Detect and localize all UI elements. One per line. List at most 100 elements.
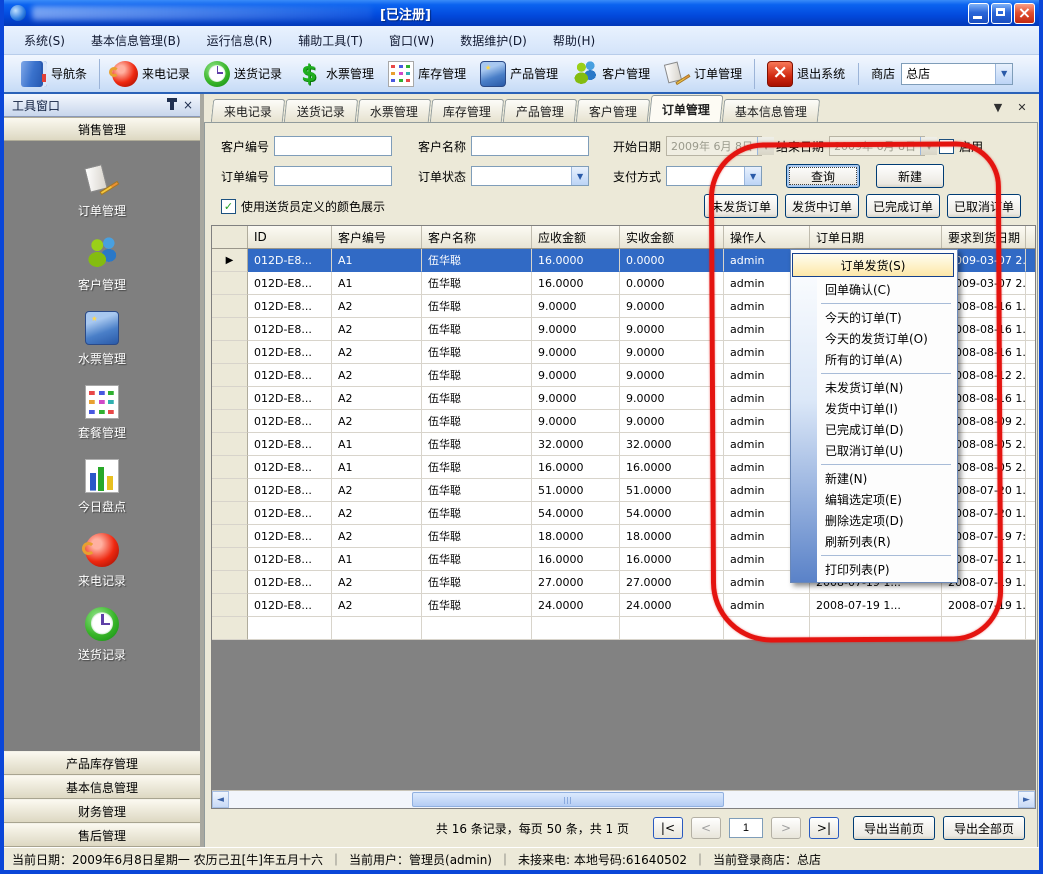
chevron-down-icon[interactable]: ▼	[744, 167, 761, 185]
toolbar-button[interactable]: 水票管理	[289, 59, 381, 89]
column-header-received[interactable]: 实收金额	[620, 226, 724, 248]
row-selector-cell[interactable]: ▶	[212, 548, 248, 571]
sidebar-section-bar[interactable]: 售后管理	[4, 823, 200, 847]
query-button[interactable]: 查询	[786, 164, 860, 188]
sidebar-item[interactable]: 今日盘点	[78, 459, 126, 515]
context-menu-item[interactable]: 新建(N)	[791, 468, 955, 489]
menu-item[interactable]: 运行信息(R)	[195, 28, 285, 53]
order-status-filter-button[interactable]: 未发货订单	[704, 194, 778, 218]
menu-item[interactable]: 基本信息管理(B)	[79, 28, 193, 53]
context-menu-item[interactable]: 编辑选定项(E)	[791, 489, 955, 510]
toolbar-button[interactable]: 客户管理	[565, 59, 657, 89]
pay-method-select[interactable]: ▼	[666, 166, 762, 186]
row-selector-cell[interactable]: ▶	[212, 318, 248, 341]
order-status-filter-button[interactable]: 已取消订单	[947, 194, 1021, 218]
sidebar-item[interactable]: 水票管理	[78, 311, 126, 367]
context-menu-item[interactable]: 未发货订单(N)	[791, 377, 955, 398]
sidebar-section-bar[interactable]: 产品库存管理	[4, 751, 200, 775]
toolbar-button[interactable]: 库存管理	[381, 59, 473, 89]
sidebar-item[interactable]: 订单管理	[78, 163, 126, 219]
tab[interactable]: 基本信息管理	[722, 99, 820, 122]
column-header-order-date[interactable]: 订单日期	[810, 226, 942, 248]
context-menu-item[interactable]: 已取消订单(U)	[791, 440, 955, 461]
context-menu-item[interactable]: 已完成订单(D)	[791, 419, 955, 440]
column-header-operator[interactable]: 操作人	[724, 226, 810, 248]
next-page-button[interactable]: >	[771, 817, 801, 839]
column-header-customer-no[interactable]: 客户编号	[332, 226, 422, 248]
toolbar-button[interactable]: 来电记录	[99, 59, 197, 89]
enable-checkbox[interactable]	[939, 139, 954, 154]
context-menu-item[interactable]: 打印列表(P)	[791, 559, 955, 580]
context-menu-item[interactable]: 今天的发货订单(O)	[791, 328, 955, 349]
menu-item[interactable]: 数据维护(D)	[448, 28, 539, 53]
menu-item[interactable]: 窗口(W)	[377, 28, 446, 53]
tab[interactable]: 库存管理	[430, 99, 504, 122]
context-menu-item[interactable]	[791, 300, 955, 307]
row-selector-cell[interactable]: ▶	[212, 571, 248, 594]
column-header-id[interactable]: ID	[248, 226, 332, 248]
first-page-button[interactable]: |<	[653, 817, 683, 839]
chevron-down-icon[interactable]: ▼	[571, 167, 588, 185]
tab[interactable]: 来电记录	[211, 99, 285, 122]
context-menu-item[interactable]: 发货中订单(I)	[791, 398, 955, 419]
row-selector-cell[interactable]: ▶	[212, 341, 248, 364]
toolbar-button[interactable]: 送货记录	[197, 59, 289, 89]
last-page-button[interactable]: >|	[809, 817, 839, 839]
row-selector-cell[interactable]: ▶	[212, 525, 248, 548]
start-date-picker[interactable]: 2009年 6月 8日 ▼	[666, 136, 762, 156]
row-selector-cell[interactable]: ▶	[212, 295, 248, 318]
column-header-required-date[interactable]: 要求到货日期	[942, 226, 1026, 248]
export-all-pages-button[interactable]: 导出全部页	[943, 816, 1025, 840]
row-selector-cell[interactable]: ▶	[212, 433, 248, 456]
scrollbar-thumb[interactable]	[412, 792, 724, 807]
end-date-picker[interactable]: 2009年 6月 8日 ▼	[829, 136, 925, 156]
maximize-button[interactable]	[991, 3, 1012, 24]
order-status-select[interactable]: ▼	[471, 166, 589, 186]
context-menu-item[interactable]: 订单发货(S)	[792, 253, 954, 277]
new-button[interactable]: 新建	[876, 164, 944, 188]
close-icon[interactable]: ×	[180, 97, 196, 113]
scroll-left-icon[interactable]: ◄	[212, 791, 229, 808]
sidebar-item[interactable]: 送货记录	[78, 607, 126, 663]
menu-item[interactable]: 帮助(H)	[541, 28, 607, 53]
table-row[interactable]: ▶ 012D-E8... A2 伍华聪 24.0000 24.0000 admi…	[212, 594, 1035, 617]
row-selector-cell[interactable]: ▶	[212, 249, 248, 272]
context-menu-item[interactable]: 所有的订单(A)	[791, 349, 955, 370]
pin-icon[interactable]	[164, 97, 180, 113]
column-header-customer-name[interactable]: 客户名称	[422, 226, 532, 248]
row-selector-cell[interactable]: ▶	[212, 272, 248, 295]
sidebar-section-bar[interactable]: 财务管理	[4, 799, 200, 823]
tab[interactable]: 水票管理	[357, 99, 431, 122]
toolbar-button[interactable]: 导航条	[14, 59, 94, 89]
chevron-down-icon[interactable]: ▼	[995, 64, 1012, 84]
row-selector-cell[interactable]: ▶	[212, 410, 248, 433]
shop-select[interactable]: 总店 ▼	[901, 63, 1013, 85]
row-selector-cell[interactable]: ▶	[212, 387, 248, 410]
page-number-input[interactable]	[729, 818, 763, 838]
row-selector-cell[interactable]: ▶	[212, 456, 248, 479]
row-selector-cell[interactable]: ▶	[212, 502, 248, 525]
row-selector-cell[interactable]: ▶	[212, 364, 248, 387]
tab[interactable]: 产品管理	[503, 99, 577, 122]
tab-list-chevron-down-icon[interactable]: ▼	[991, 100, 1005, 114]
toolbar-button[interactable]: 产品管理	[473, 59, 565, 89]
tab-close-icon[interactable]: ✕	[1015, 100, 1029, 114]
toolbar-button[interactable]: 订单管理	[657, 59, 749, 89]
tab[interactable]: 订单管理	[649, 95, 724, 122]
context-menu-item[interactable]: 删除选定项(D)	[791, 510, 955, 531]
tab[interactable]: 客户管理	[576, 99, 650, 122]
row-selector-cell[interactable]: ▶	[212, 594, 248, 617]
tab[interactable]: 送货记录	[284, 99, 358, 122]
customer-no-input[interactable]	[274, 136, 392, 156]
sidebar-item[interactable]: 来电记录	[78, 533, 126, 589]
close-button[interactable]	[1014, 3, 1035, 24]
context-menu-item[interactable]: 刷新列表(R)	[791, 531, 955, 552]
color-checkbox[interactable]: ✓	[221, 199, 236, 214]
minimize-button[interactable]	[968, 3, 989, 24]
row-selector-cell[interactable]: ▶	[212, 479, 248, 502]
menu-item[interactable]: 辅助工具(T)	[286, 28, 375, 53]
column-header-receivable[interactable]: 应收金额	[532, 226, 620, 248]
sidebar-section-bar[interactable]: 基本信息管理	[4, 775, 200, 799]
export-current-page-button[interactable]: 导出当前页	[853, 816, 935, 840]
sidebar-item[interactable]: 套餐管理	[78, 385, 126, 441]
